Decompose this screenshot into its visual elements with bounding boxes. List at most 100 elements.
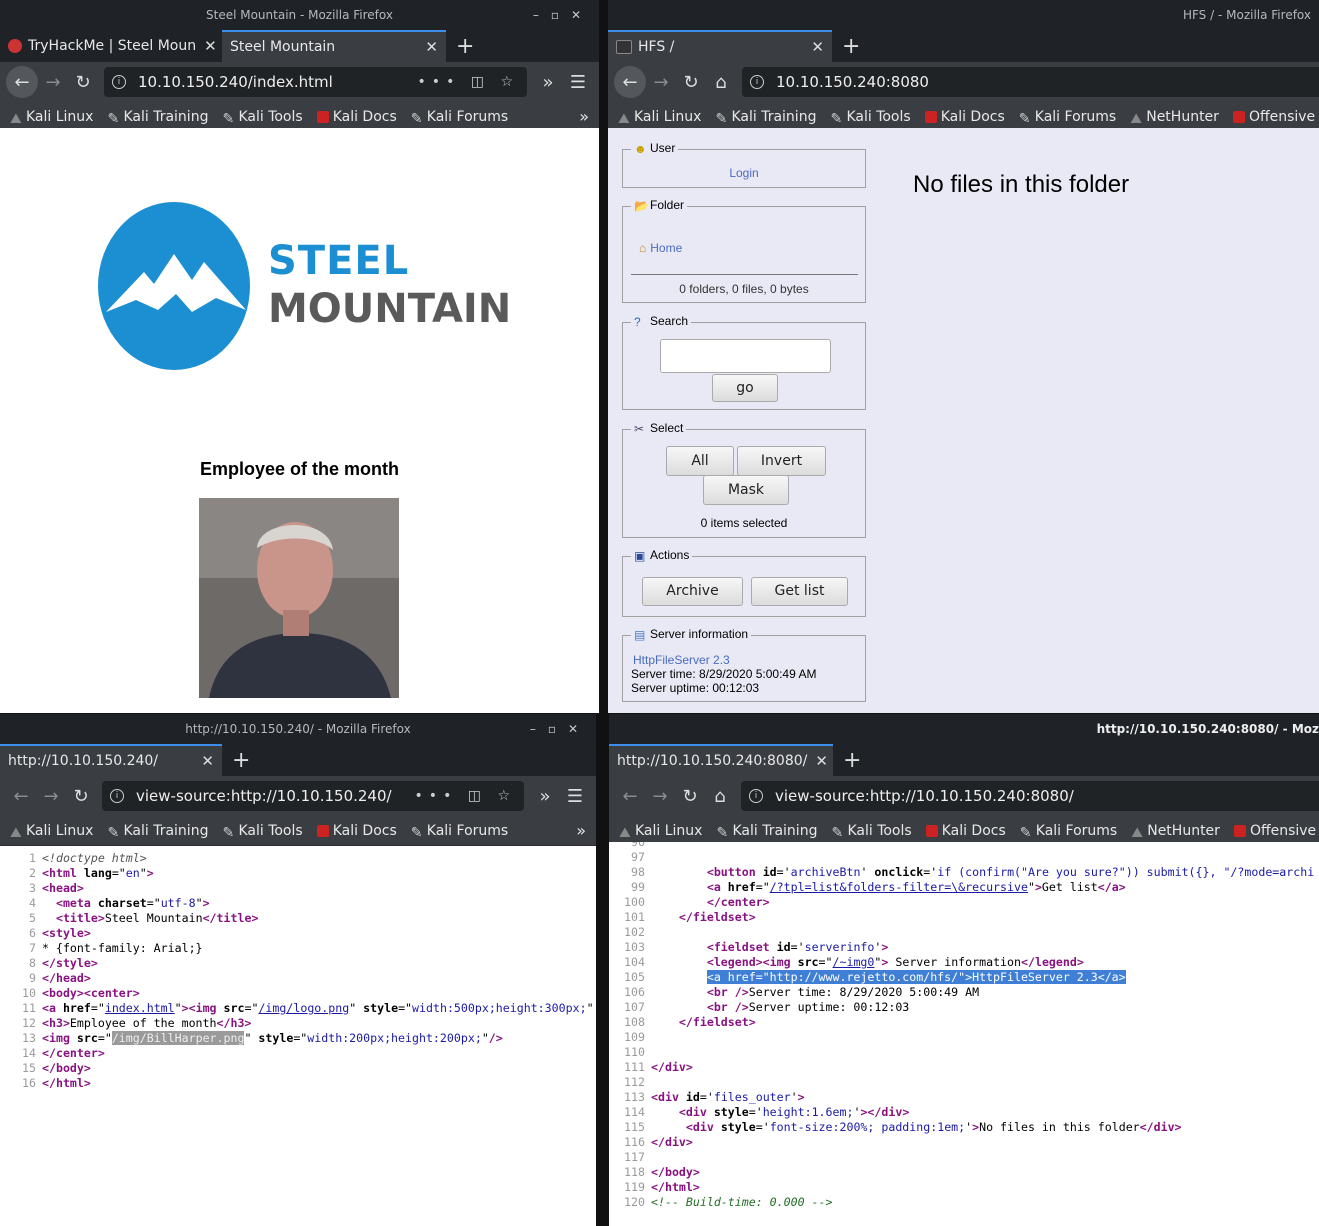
reload-button[interactable]: ↻ xyxy=(66,781,96,811)
page-actions-icon[interactable]: ••• ◫ ☆ xyxy=(415,788,516,804)
bookmark-offensive[interactable]: Offensive xyxy=(1233,822,1317,839)
bookmark-offensive[interactable]: Offensive xyxy=(1232,109,1315,125)
bookmark-kali-tools[interactable]: ✎ Kali Tools xyxy=(222,108,303,127)
chevron-more-icon[interactable]: » xyxy=(576,821,586,840)
overflow-chevron-icon[interactable]: » xyxy=(533,67,563,97)
url-bar[interactable]: i view-source:http://10.10.150.240:8080/ xyxy=(741,781,1319,811)
bookmark-nethunter[interactable]: ⛰ NetHunter xyxy=(1131,822,1220,841)
forward-button[interactable]: → xyxy=(38,67,68,97)
home-link-row[interactable]: ⌂ Home xyxy=(639,241,682,255)
new-tab-button[interactable]: + xyxy=(832,30,870,62)
folder-legend: 📂 Folder xyxy=(631,198,688,213)
source-line: 106 <br />Server time: 8/29/2020 5:00:49… xyxy=(624,985,980,999)
page-actions-icon[interactable]: ••• ◫ ☆ xyxy=(418,74,519,90)
home-link[interactable]: Home xyxy=(650,241,682,255)
reload-button[interactable]: ↻ xyxy=(675,781,705,811)
info-icon[interactable]: i xyxy=(749,789,763,803)
bookmark-kali-forums[interactable]: ✎ Kali Forums xyxy=(1019,109,1116,127)
window-titlebar: Steel Mountain - Mozilla Firefox –▫✕ xyxy=(0,0,599,30)
bookmark-kali-forums[interactable]: ✎ Kali Forums xyxy=(1020,823,1117,841)
source-line: 108 </fieldset> xyxy=(624,1015,756,1029)
info-icon[interactable]: i xyxy=(110,789,124,803)
close-icon[interactable]: ✕ xyxy=(417,38,438,56)
window-controls[interactable]: –▫✕ xyxy=(533,0,593,30)
bookmark-kali-docs[interactable]: Kali Docs xyxy=(316,823,397,839)
bookmark-kali-tools[interactable]: ✎ Kali Tools xyxy=(222,823,302,841)
navigation-bar: ← → ↻ i 10.10.150.240/index.html ••• ◫ ☆… xyxy=(0,62,599,102)
bookmark-kali-forums[interactable]: ✎ Kali Forums xyxy=(411,109,508,127)
bookmark-kali-linux[interactable]: ⛰ Kali Linux xyxy=(619,823,702,841)
tab-hfs[interactable]: HFS / ✕ xyxy=(608,30,832,62)
close-icon[interactable]: ✕ xyxy=(196,37,217,55)
forward-button[interactable]: → xyxy=(646,67,676,97)
bookmark-kali-linux[interactable]: ⛰ Kali Linux xyxy=(10,822,94,841)
tab-view-source[interactable]: http://10.10.150.240:8080/ ✕ xyxy=(609,744,833,776)
new-tab-button[interactable]: + xyxy=(222,744,260,776)
bookmark-label: Kali Docs xyxy=(332,108,397,125)
bookmark-kali-linux[interactable]: ⛰ Kali Linux xyxy=(10,109,93,127)
home-icon[interactable]: ⌂ xyxy=(706,67,736,97)
bookmark-kali-forums[interactable]: ✎ Kali Forums xyxy=(411,823,508,841)
back-button[interactable]: ← xyxy=(614,66,646,98)
reload-button[interactable]: ↻ xyxy=(676,67,706,97)
menu-icon[interactable]: ☰ xyxy=(563,67,593,97)
url-bar[interactable]: i 10.10.150.240:8080 xyxy=(742,67,1319,97)
select-all-button[interactable]: All xyxy=(666,446,734,476)
bookmark-label: Offensive xyxy=(1249,822,1317,839)
back-button[interactable]: ← xyxy=(6,781,36,811)
bookmark-label: Kali Linux xyxy=(26,822,94,839)
mask-button[interactable]: Mask xyxy=(703,475,789,505)
chevron-more-icon[interactable]: » xyxy=(579,107,589,126)
new-tab-button[interactable]: + xyxy=(833,744,871,776)
bookmark-kali-linux[interactable]: ⛰ Kali Linux xyxy=(618,108,702,127)
new-tab-button[interactable]: + xyxy=(446,30,484,62)
tab-view-source[interactable]: http://10.10.150.240/ ✕ xyxy=(0,744,222,776)
overflow-chevron-icon[interactable]: » xyxy=(530,781,560,811)
invert-button[interactable]: Invert xyxy=(737,446,826,476)
home-icon[interactable]: ⌂ xyxy=(705,781,735,811)
bookmark-label: Kali Tools xyxy=(238,108,303,125)
bookmark-kali-training[interactable]: ✎ Kali Training xyxy=(107,109,208,127)
bookmark-label: NetHunter xyxy=(1147,822,1220,839)
tab-label: TryHackMe | Steel Moun xyxy=(28,38,197,54)
reload-button[interactable]: ↻ xyxy=(68,67,98,97)
url-bar[interactable]: i view-source:http://10.10.150.240/ ••• … xyxy=(102,781,524,811)
tab-strip: HFS / ✕ + xyxy=(608,30,1319,62)
bookmark-kali-tools[interactable]: ✎ Kali Tools xyxy=(830,109,910,127)
info-icon[interactable]: i xyxy=(750,75,764,89)
close-icon[interactable]: ✕ xyxy=(803,38,824,56)
archive-button[interactable]: Archive xyxy=(642,577,743,606)
close-icon[interactable]: ✕ xyxy=(193,752,214,770)
bookmark-kali-docs[interactable]: Kali Docs xyxy=(924,109,1005,125)
menu-icon[interactable]: ☰ xyxy=(560,781,590,811)
bookmark-kali-docs[interactable]: Kali Docs xyxy=(925,823,1006,839)
bookmark-nethunter[interactable]: ⛰ NetHunter xyxy=(1130,109,1219,127)
go-button[interactable]: go xyxy=(712,374,778,402)
window-view-source-80: http://10.10.150.240/ - Mozilla Firefox … xyxy=(0,714,596,1226)
search-input[interactable] xyxy=(660,339,831,373)
bookmark-kali-training[interactable]: ✎ Kali Training xyxy=(107,823,208,841)
source-line: 116 </div> xyxy=(624,1135,693,1149)
bookmark-kali-training[interactable]: ✎ Kali Training xyxy=(715,109,816,127)
close-icon[interactable]: ✕ xyxy=(807,752,828,770)
window-controls[interactable]: –▫✕ xyxy=(530,714,590,744)
forward-button[interactable]: → xyxy=(645,781,675,811)
bookmark-kali-tools[interactable]: ✎ Kali Tools xyxy=(831,823,911,841)
bookmark-kali-training[interactable]: ✎ Kali Training xyxy=(716,823,817,841)
login-link[interactable]: Login xyxy=(623,166,865,180)
window-titlebar: http://10.10.150.240/ - Mozilla Firefox … xyxy=(0,714,596,744)
back-button[interactable]: ← xyxy=(6,66,38,98)
info-icon[interactable]: i xyxy=(112,75,126,89)
tab-tryhackme[interactable]: TryHackMe | Steel Moun ✕ xyxy=(0,30,222,62)
no-files-message: No files in this folder xyxy=(913,171,1130,198)
bookmark-kali-docs[interactable]: Kali Docs xyxy=(316,108,397,125)
get-list-button[interactable]: Get list xyxy=(751,577,848,606)
hfs-version-link[interactable]: HttpFileServer 2.3 xyxy=(633,653,730,667)
url-bar[interactable]: i 10.10.150.240/index.html ••• ◫ ☆ xyxy=(104,67,527,97)
folder-stats: 0 folders, 0 files, 0 bytes xyxy=(679,282,809,296)
back-button[interactable]: ← xyxy=(615,781,645,811)
tab-steel-mountain[interactable]: Steel Mountain ✕ xyxy=(222,30,446,62)
bookmark-label: Kali Linux xyxy=(634,108,702,125)
source-line: 115 <div style='font-size:200%; padding:… xyxy=(624,1120,1182,1134)
forward-button[interactable]: → xyxy=(36,781,66,811)
